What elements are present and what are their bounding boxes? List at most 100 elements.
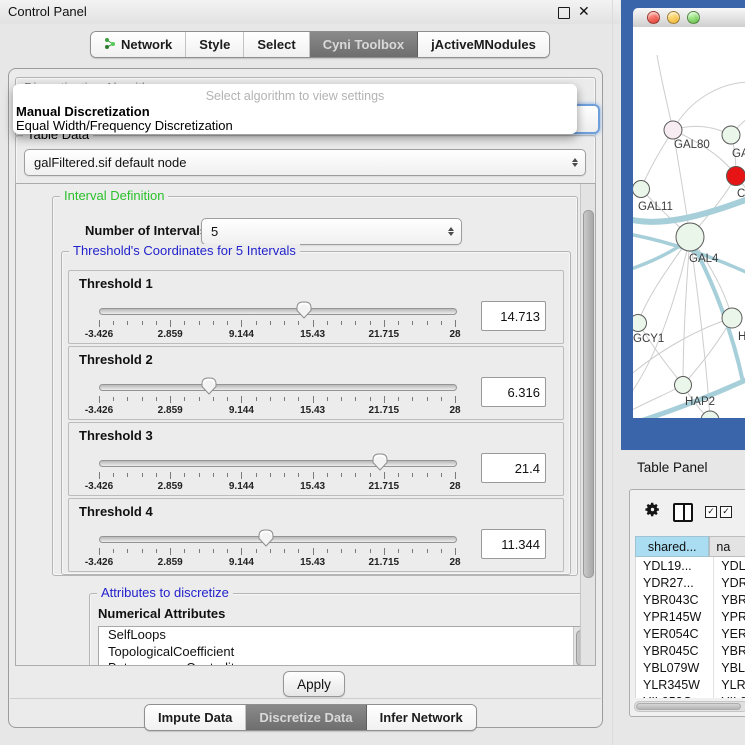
cell-shared-name[interactable]: YDR27... [636,574,714,591]
tick-mark [298,473,299,477]
network-canvas[interactable]: GAL80GACGAL11GAL4GCY1HHAP2 [633,27,745,418]
threshold-value-field[interactable]: 11.344 [481,529,546,559]
cell-shared-name[interactable]: YDL19... [636,557,714,574]
cell-name[interactable]: YDL1 [714,557,745,574]
network-node-gal80[interactable] [664,121,682,139]
tab-network[interactable]: Network [91,32,186,57]
table-row[interactable]: YDL19...YDL1 [636,557,745,574]
table-row[interactable]: YER054CYER0 [636,625,745,642]
tab-cyni-toolbox[interactable]: Cyni Toolbox [310,32,418,57]
slider-thumb[interactable] [258,529,274,552]
close-icon[interactable]: ✕ [578,3,590,20]
scale-label: 21.715 [369,405,400,416]
minimize-traffic-light-icon[interactable] [667,11,680,24]
cell-name[interactable]: YBR0 [714,642,745,659]
gear-icon[interactable] [644,501,661,523]
network-node-h[interactable] [722,308,742,328]
cell-shared-name[interactable]: YBR043C [636,591,714,608]
attribute-list-item[interactable]: TopologicalCoefficient [99,644,587,661]
select-columns-checkboxes-icon[interactable]: ✓✓ [705,506,732,518]
cell-shared-name[interactable]: YER054C [636,625,714,642]
table-data-combobox[interactable]: galFiltered.sif default node [24,149,586,176]
threshold-slider[interactable]: -3.4262.8599.14415.4321.71528 [99,303,455,341]
column-header-name[interactable]: na [709,536,745,557]
tick-mark [170,320,171,327]
tick-mark [113,473,114,477]
cell-shared-name[interactable]: YBR045C [636,642,714,659]
table-row[interactable]: YBR045CYBR0 [636,642,745,659]
slider-track[interactable] [99,308,457,315]
tab-discretize-data[interactable]: Discretize Data [246,705,366,730]
tab-jactivemnodules[interactable]: jActiveMNodules [418,32,549,57]
columns-icon[interactable] [673,503,693,522]
network-node-hap2[interactable] [675,377,692,394]
cell-name[interactable]: YIL0 [714,693,745,698]
cell-name[interactable]: YBL0 [714,659,745,676]
threshold-slider[interactable]: -3.4262.8599.14415.4321.71528 [99,455,455,493]
number-of-intervals-combobox[interactable]: 5 [201,218,462,245]
numerical-attributes-list[interactable]: SelfLoopsTopologicalCoefficientBetweenne… [98,626,588,666]
zoom-traffic-light-icon[interactable] [687,11,700,24]
tab-style[interactable]: Style [186,32,244,57]
cell-name[interactable]: YBR0 [714,591,745,608]
slider-ticks [99,472,455,480]
table-row[interactable]: YLR345WYLR3 [636,676,745,693]
table-row[interactable]: YBR043CYBR0 [636,591,745,608]
tick-mark [384,320,385,327]
cell-name[interactable]: YLR3 [714,676,745,693]
network-node[interactable] [701,411,719,418]
bottom-tabbar: Impute Data Discretize Data Infer Networ… [144,704,477,731]
threshold-slider[interactable]: -3.4262.8599.14415.4321.71528 [99,531,455,569]
dropdown-option-manual-discretization[interactable]: Manual Discretization [16,104,150,119]
close-traffic-light-icon[interactable] [647,11,660,24]
table-horizontal-scrollbar[interactable] [634,701,745,712]
threshold-label: Threshold 3 [79,428,153,443]
threshold-value-field[interactable]: 21.4 [481,453,546,483]
scale-label: 21.715 [369,481,400,492]
cell-name[interactable]: YER0 [714,625,745,642]
table-panel: ✓✓ shared... na YDL19...YDL1YDR27...YDR2… [629,489,745,717]
slider-track[interactable] [99,460,457,467]
settings-scroll-area: Interval Definition Number of Intervals … [15,183,596,666]
tab-infer-network[interactable]: Infer Network [367,705,476,730]
float-window-icon[interactable] [558,7,570,19]
panel-scrollbar[interactable] [580,184,595,665]
cell-shared-name[interactable]: YIL052C [636,693,714,698]
attribute-list-item[interactable]: BetweennessCentrality [99,660,587,666]
table-row[interactable]: YBL079WYBL0 [636,659,745,676]
dropdown-option-equal-width-frequency[interactable]: Equal Width/Frequency Discretization [16,118,233,133]
tick-mark [227,397,228,401]
split-divider[interactable] [612,0,613,745]
cell-name[interactable]: YPR1 [714,608,745,625]
cell-shared-name[interactable]: YBL079W [636,659,714,676]
scale-label: -3.426 [85,329,113,340]
tick-mark [441,549,442,553]
tick-mark [199,549,200,553]
table-row[interactable]: YIL052CYIL0 [636,693,745,698]
table-row[interactable]: YPR145WYPR1 [636,608,745,625]
tab-select[interactable]: Select [244,32,309,57]
threshold-value-field[interactable]: 14.713 [481,301,546,331]
slider-thumb[interactable] [372,453,388,476]
tab-impute-data[interactable]: Impute Data [145,705,246,730]
column-header-shared-name[interactable]: shared... [635,536,709,557]
attribute-list-item[interactable]: SelfLoops [99,627,587,644]
cell-name[interactable]: YDR2 [714,574,745,591]
apply-button[interactable]: Apply [283,671,345,697]
network-node-gal11[interactable] [633,181,650,198]
slider-track[interactable] [99,384,457,391]
threshold-slider[interactable]: -3.4262.8599.14415.4321.71528 [99,379,455,417]
network-node-gal4[interactable] [676,223,704,251]
tab-label: Impute Data [158,710,232,725]
network-node-c[interactable] [727,167,745,186]
slider-track[interactable] [99,536,457,543]
network-window-titlebar[interactable] [633,8,745,28]
cell-shared-name[interactable]: YLR345W [636,676,714,693]
threshold-value-field[interactable]: 6.316 [481,377,546,407]
slider-thumb[interactable] [296,301,312,324]
table-row[interactable]: YDR27...YDR2 [636,574,745,591]
cell-shared-name[interactable]: YPR145W [636,608,714,625]
network-node-gcy1[interactable] [633,315,647,332]
network-node-ga[interactable] [722,126,740,144]
slider-thumb[interactable] [201,377,217,400]
